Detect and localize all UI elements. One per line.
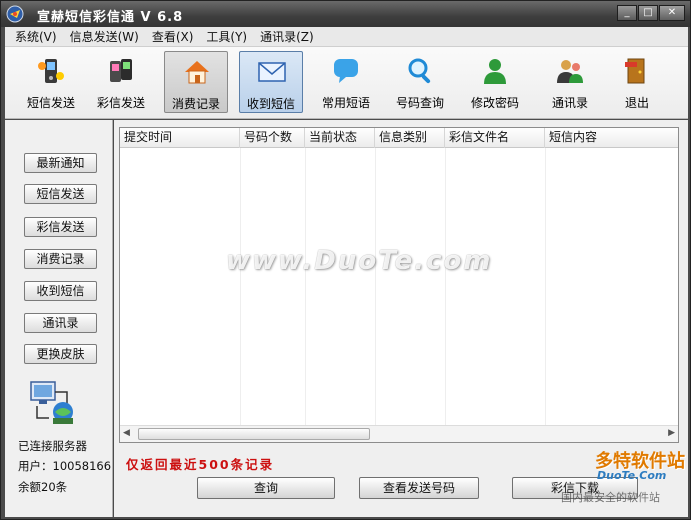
title-bar[interactable]: 宣赫短信彩信通 V 6.8 _ □ ✕ (1, 1, 690, 27)
left-panel: 最新通知 短信发送 彩信发送 消费记录 收到短信 通讯录 更换皮肤 已连接服务器… (5, 120, 113, 517)
tool-label: 彩信发送 (96, 96, 145, 110)
envelope-icon (258, 62, 286, 82)
column-divider (445, 148, 446, 425)
tool-address-book[interactable]: 通讯录 (538, 51, 602, 113)
tool-label: 修改密码 (470, 96, 519, 110)
tool-label: 收到短信 (246, 97, 295, 111)
speech-bubble-icon (334, 59, 358, 83)
nav-latest-notice-button[interactable]: 最新通知 (24, 153, 97, 173)
mms-download-button[interactable]: 彩信下载 (512, 477, 638, 499)
col-submit-time[interactable]: 提交时间 (120, 128, 240, 148)
menu-send[interactable]: 信息发送(W) (70, 28, 139, 45)
view-send-numbers-button[interactable]: 查看发送号码 (359, 477, 479, 499)
tool-label: 通讯录 (551, 96, 588, 110)
tool-label: 号码查询 (395, 96, 444, 110)
nav-mms-send-button[interactable]: 彩信发送 (24, 217, 97, 237)
query-button[interactable]: 查询 (197, 477, 335, 499)
menu-contacts[interactable]: 通讯录(Z) (260, 28, 314, 45)
scroll-left-icon[interactable]: ◀ (123, 428, 130, 438)
minimize-button[interactable]: _ (617, 5, 637, 21)
col-number-count[interactable]: 号码个数 (240, 128, 305, 148)
tool-label: 消费记录 (171, 97, 220, 111)
server-status-text: 已连接服务器 (18, 439, 87, 453)
nav-consumption-record-button[interactable]: 消费记录 (24, 249, 97, 269)
col-mms-filename[interactable]: 彩信文件名 (445, 128, 545, 148)
column-divider (240, 148, 241, 425)
nav-sms-send-button[interactable]: 短信发送 (24, 184, 97, 204)
col-sms-content[interactable]: 短信内容 (545, 128, 678, 148)
record-limit-notice: 仅返回最近500条记录 (126, 457, 275, 472)
server-connection-icon (30, 381, 73, 424)
nav-change-skin-button[interactable]: 更换皮肤 (24, 344, 97, 364)
scrollbar-thumb[interactable] (138, 428, 370, 440)
menu-system[interactable]: 系统(V) (15, 28, 57, 45)
horizontal-scrollbar[interactable]: ◀ ▶ (120, 425, 678, 442)
window-title: 宣赫短信彩信通 V 6.8 (37, 10, 184, 25)
maximize-button[interactable]: □ (638, 5, 658, 21)
main-panel: 提交时间 号码个数 当前状态 信息类别 彩信文件名 短信内容 ◀ ▶ 仅返回最近… (114, 120, 688, 517)
nav-address-book-button[interactable]: 通讯录 (24, 313, 97, 333)
app-logo-icon (6, 5, 24, 23)
column-divider (375, 148, 376, 425)
app-window: 宣赫短信彩信通 V 6.8 _ □ ✕ 系统(V) 信息发送(W) 查看(X) … (0, 0, 691, 520)
records-grid[interactable]: 提交时间 号码个数 当前状态 信息类别 彩信文件名 短信内容 ◀ ▶ (119, 127, 679, 443)
col-current-status[interactable]: 当前状态 (305, 128, 375, 148)
user-icon (484, 59, 506, 84)
magnifier-icon (408, 58, 431, 84)
tool-consumption-record[interactable]: 消费记录 (164, 51, 228, 113)
home-icon (185, 61, 209, 84)
toolbar: 短信发送 彩信发送 消费记录 收到短信 常用短语 号码查询 修改密码 通讯录 退… (5, 47, 688, 119)
tool-label: 退出 (624, 96, 649, 110)
user-info: 用户：10058166 (18, 458, 111, 474)
balance-text: 余额20条 (18, 480, 68, 494)
tool-label: 短信发送 (26, 96, 75, 110)
tool-common-phrases[interactable]: 常用短语 (314, 51, 378, 113)
tool-change-password[interactable]: 修改密码 (463, 51, 527, 113)
user-id: 10058166 (52, 459, 112, 473)
col-message-type[interactable]: 信息类别 (375, 128, 445, 148)
window-controls: _ □ ✕ (617, 5, 685, 21)
contacts-icon (557, 60, 583, 83)
close-button[interactable]: ✕ (659, 5, 685, 21)
sms-phone-icon (38, 59, 64, 83)
column-divider (545, 148, 546, 425)
nav-received-sms-button[interactable]: 收到短信 (24, 281, 97, 301)
tool-label: 常用短语 (321, 96, 370, 110)
scroll-right-icon[interactable]: ▶ (668, 428, 675, 438)
user-label: 用户： (18, 459, 53, 473)
tool-exit[interactable]: 退出 (605, 51, 669, 113)
tool-sms-send[interactable]: 短信发送 (19, 51, 83, 113)
grid-header: 提交时间 号码个数 当前状态 信息类别 彩信文件名 短信内容 (120, 128, 678, 148)
exit-door-icon (625, 58, 645, 84)
menu-tools[interactable]: 工具(Y) (206, 28, 247, 45)
tool-mms-send[interactable]: 彩信发送 (89, 51, 153, 113)
column-divider (305, 148, 306, 425)
mms-phones-icon (110, 59, 132, 82)
menu-view[interactable]: 查看(X) (152, 28, 194, 45)
tool-number-lookup[interactable]: 号码查询 (388, 51, 452, 113)
menu-bar: 系统(V) 信息发送(W) 查看(X) 工具(Y) 通讯录(Z) (5, 27, 688, 47)
tool-received-sms[interactable]: 收到短信 (239, 51, 303, 113)
